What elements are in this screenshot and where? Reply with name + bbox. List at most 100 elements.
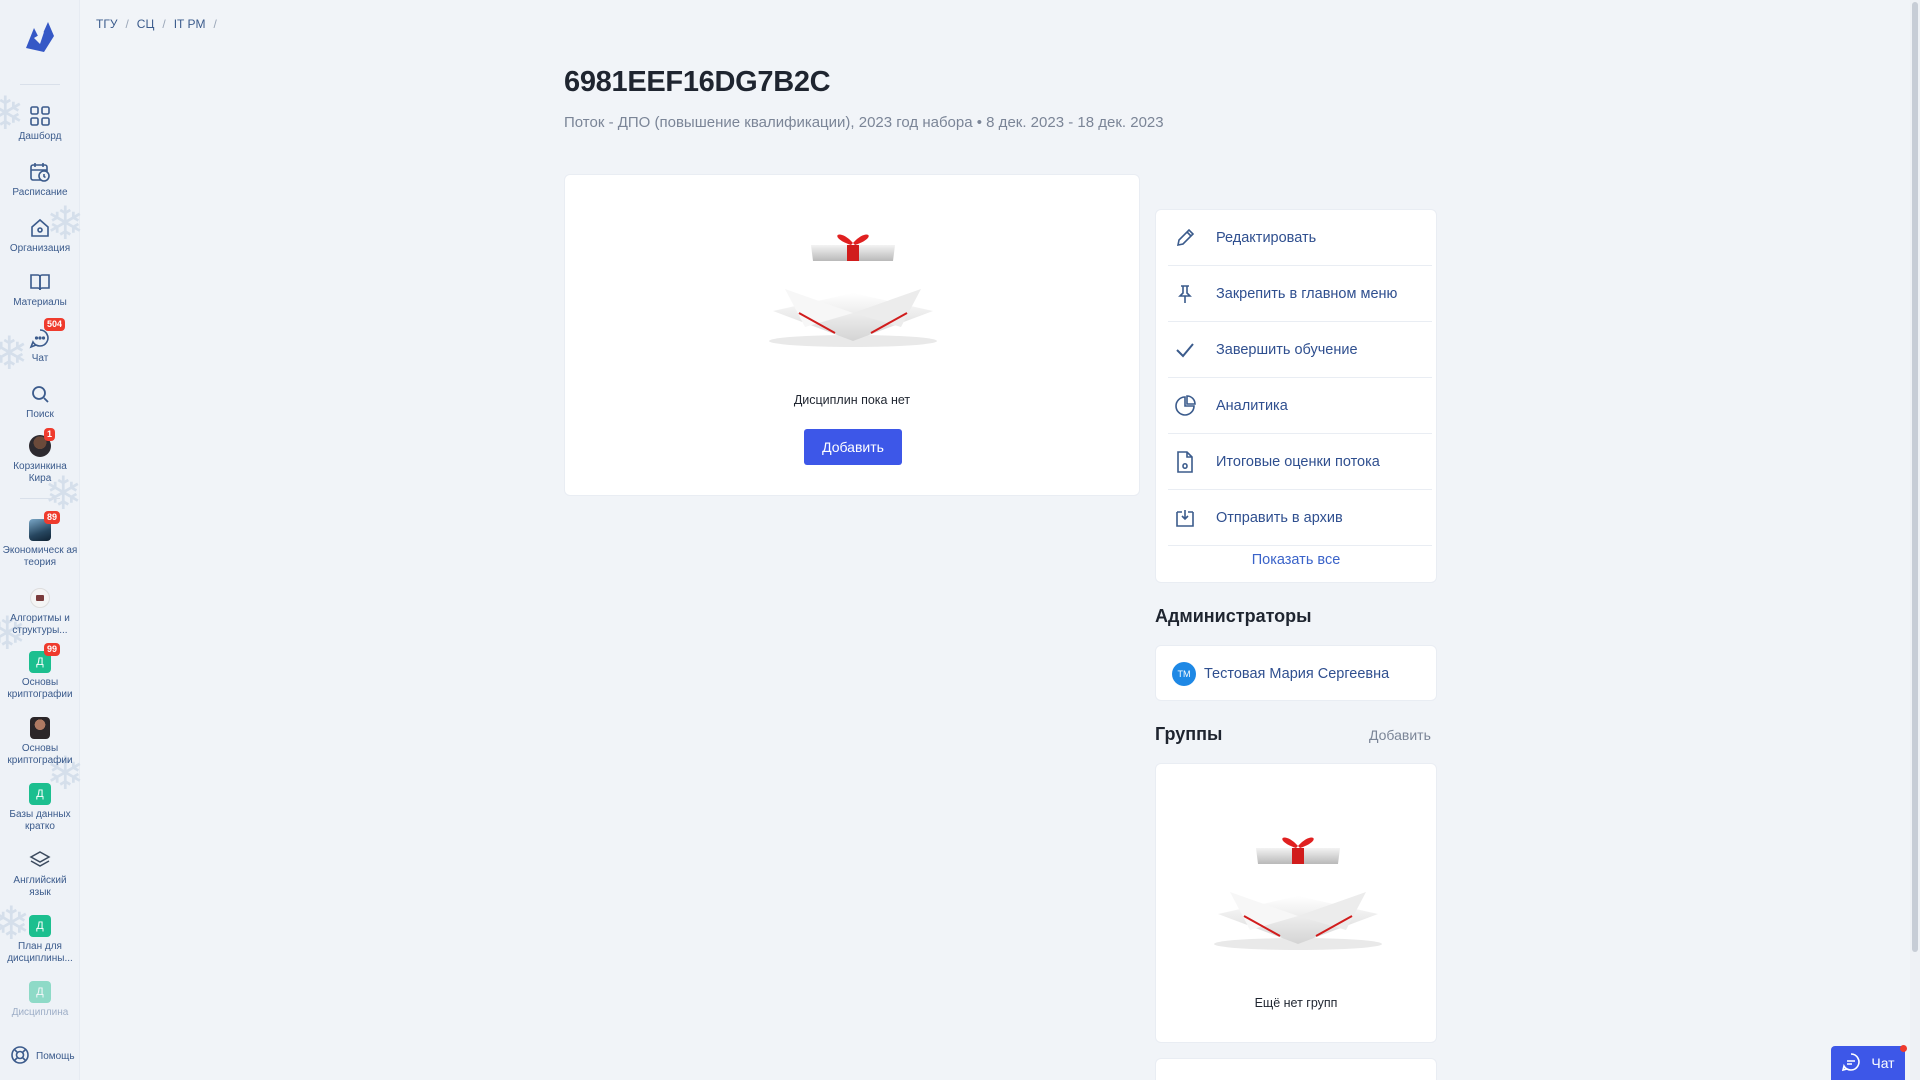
sidebar-course-crypto-2[interactable]: Основы криптографии — [0, 716, 80, 767]
sidebar-item-profile[interactable]: 1 Корзинкина Кира — [0, 428, 80, 485]
sidebar-item-label: Организация — [9, 243, 71, 254]
document-icon — [1172, 449, 1198, 475]
sidebar-item-materials[interactable]: Материалы — [0, 270, 80, 309]
breadcrumb-separator: / — [125, 17, 129, 31]
sidebar-item-label: Корзинкина Кира — [13, 461, 67, 484]
breadcrumb: ТГУ / СЦ / IT PM / — [96, 17, 217, 31]
groups-card: Ещё нет групп — [1155, 763, 1437, 1043]
sidebar-item-organization[interactable]: Организация — [0, 216, 80, 255]
add-group-link[interactable]: Добавить — [1369, 727, 1431, 743]
sidebar-course-databases[interactable]: Д Базы данных кратко — [0, 782, 80, 833]
disciplines-card: Дисциплин пока нет Добавить — [564, 174, 1140, 496]
sidebar-course-plan[interactable]: Д План для дисциплины... — [0, 914, 80, 965]
lifebuoy-icon — [10, 1045, 30, 1068]
action-pin[interactable]: Закрепить в главном меню — [1168, 266, 1432, 322]
show-all-link[interactable]: Показать все — [1156, 552, 1436, 568]
sidebar-item-dashboard[interactable]: Дашборд — [0, 104, 80, 143]
sidebar-item-label: Поиск — [26, 409, 54, 420]
action-label: Редактировать — [1216, 229, 1317, 246]
search-icon — [28, 382, 52, 406]
chat-widget-button[interactable]: Чат — [1831, 1046, 1905, 1080]
unread-badge: 504 — [44, 318, 66, 331]
sidebar-item-label: Чат — [31, 353, 49, 364]
sidebar-item-label: Базы данных кратко — [9, 809, 71, 832]
sidebar-item-label: Алгоритмы и структуры... — [10, 613, 70, 636]
help-label: Помощь — [36, 1051, 75, 1062]
sidebar-item-schedule[interactable]: Расписание — [0, 160, 80, 199]
breadcrumb-item[interactable]: СЦ — [137, 17, 155, 31]
action-analytics[interactable]: Аналитика — [1168, 378, 1432, 434]
pie-chart-icon — [1172, 393, 1198, 419]
course-image: 89 — [28, 511, 61, 542]
course-tile: Д — [28, 980, 52, 1004]
action-archive[interactable]: Отправить в архив — [1168, 490, 1432, 546]
unread-badge: 89 — [44, 511, 61, 524]
calendar-clock-icon — [28, 160, 52, 184]
scrollbar[interactable] — [1910, 0, 1920, 1080]
sidebar-item-label: Расписание — [12, 187, 68, 198]
sidebar-item-search[interactable]: Поиск — [0, 382, 80, 421]
sidebar-course-crypto-1[interactable]: Д 99 Основы криптографии — [0, 643, 80, 701]
groups-heading: Группы — [1155, 724, 1223, 744]
course-tile-letter: Д — [29, 981, 51, 1003]
next-section-card — [1155, 1058, 1437, 1080]
sidebar-item-chat[interactable]: 504 Чат — [0, 318, 80, 365]
breadcrumb-separator: / — [162, 17, 166, 31]
action-label: Итоговые оценки потока — [1216, 453, 1380, 470]
chat-widget-label: Чат — [1871, 1055, 1895, 1071]
page-subtitle: Поток - ДПО (повышение квалификации), 20… — [564, 114, 1164, 131]
layers-icon — [28, 848, 52, 872]
add-discipline-button[interactable]: Добавить — [804, 429, 902, 465]
pencil-icon — [1172, 225, 1198, 251]
action-label: Отправить в архив — [1216, 509, 1343, 526]
course-image — [28, 716, 52, 740]
admin-item[interactable]: ТМ Тестовая Мария Сергеевна — [1172, 662, 1389, 686]
chat-bubble-icon — [1841, 1052, 1861, 1075]
archive-icon — [1172, 505, 1198, 531]
admins-heading: Администраторы — [1155, 606, 1312, 626]
check-icon — [1172, 337, 1198, 363]
actions-card: Редактировать Закрепить в главном меню З… — [1155, 209, 1437, 583]
course-image — [28, 586, 52, 610]
unread-badge: 99 — [44, 643, 61, 656]
action-edit[interactable]: Редактировать — [1168, 210, 1432, 266]
sidebar-course-economics[interactable]: 89 Экономическ ая теория — [0, 511, 80, 569]
book-icon — [28, 270, 52, 294]
logo[interactable] — [22, 18, 58, 56]
sidebar-item-label: Английский язык — [13, 875, 67, 898]
action-final-grades[interactable]: Итоговые оценки потока — [1168, 434, 1432, 490]
admin-name: Тестовая Мария Сергеевна — [1204, 666, 1390, 682]
scrollbar-thumb[interactable] — [1912, 2, 1918, 952]
sidebar-course-english[interactable]: Английский язык — [0, 848, 80, 899]
divider — [20, 498, 60, 499]
user-avatar: 1 — [28, 428, 56, 458]
action-label: Аналитика — [1216, 397, 1288, 414]
course-tile: Д — [28, 782, 52, 806]
sidebar-item-label: План для дисциплины... — [7, 941, 73, 964]
breadcrumb-item[interactable]: ТГУ — [96, 17, 117, 31]
sidebar-item-label: Экономическ ая теория — [2, 545, 78, 568]
sidebar-item-label: Основы криптографии — [7, 677, 73, 700]
sidebar: ❄ ❄ ❄ ❄ ❄ ❄ ❄ Дашборд Расписание Организ… — [0, 0, 85, 1080]
course-tile-letter: Д — [29, 915, 51, 937]
chat-notification-dot — [1900, 1045, 1907, 1052]
home-icon — [28, 216, 52, 240]
sidebar-item-label: Основы криптографии — [7, 743, 73, 766]
breadcrumb-item[interactable]: IT PM — [174, 17, 206, 31]
action-complete[interactable]: Завершить обучение — [1168, 322, 1432, 378]
sidebar-course-discipline[interactable]: Д Дисциплина — [0, 980, 80, 1019]
avatar: ТМ — [1172, 662, 1196, 686]
sidebar-item-label: Дисциплина — [11, 1007, 69, 1018]
action-label: Завершить обучение — [1216, 341, 1358, 358]
pin-icon — [1172, 281, 1198, 307]
empty-gift-illustration — [765, 223, 941, 352]
help-button[interactable]: Помощь — [10, 1045, 75, 1068]
empty-state-text: Ещё нет групп — [1254, 996, 1338, 1010]
sidebar-item-label: Материалы — [13, 297, 67, 308]
grid-icon — [28, 104, 52, 128]
empty-state-text: Дисциплин пока нет — [793, 393, 911, 407]
admins-card: ТМ Тестовая Мария Сергеевна — [1155, 645, 1437, 701]
chat-icon: 504 — [28, 318, 66, 350]
sidebar-item-label: Дашборд — [18, 131, 62, 142]
sidebar-course-algorithms[interactable]: Алгоритмы и структуры... — [0, 586, 80, 637]
